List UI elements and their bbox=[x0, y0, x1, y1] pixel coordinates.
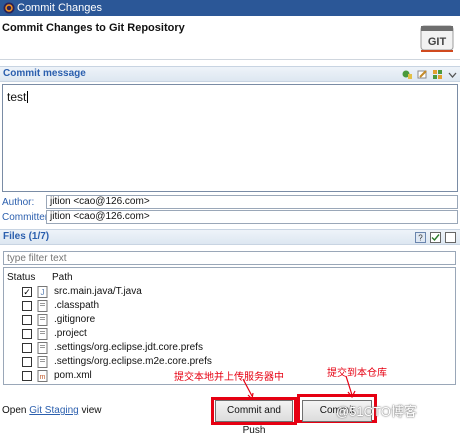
author-field[interactable]: jition <cao@126.com> bbox=[46, 195, 458, 209]
status-column-header[interactable]: Status bbox=[7, 272, 35, 283]
file-path: .gitignore bbox=[54, 314, 96, 325]
file-path: pom.xml bbox=[54, 370, 92, 381]
eclipse-icon bbox=[3, 2, 15, 14]
select-all-icon[interactable] bbox=[430, 232, 441, 243]
spell-check-icon[interactable] bbox=[402, 69, 413, 80]
deselect-all-icon[interactable] bbox=[445, 232, 456, 243]
files-title: Files (1/7) bbox=[3, 231, 50, 242]
file-checkbox[interactable] bbox=[22, 329, 32, 339]
files-section: Files (1/7) ? bbox=[0, 229, 460, 245]
window-title: Commit Changes bbox=[17, 2, 102, 14]
committer-label: Committer: bbox=[2, 212, 51, 223]
file-checkbox[interactable] bbox=[22, 357, 32, 367]
file-row[interactable]: ✓ J src.main.java/T.java bbox=[4, 285, 454, 299]
title-bar[interactable]: Commit Changes bbox=[0, 0, 460, 16]
git-logo-text: GIT bbox=[428, 36, 447, 48]
filter-input[interactable] bbox=[3, 251, 456, 265]
path-column-header[interactable]: Path bbox=[52, 272, 73, 283]
annotation-push: 提交本地并上传服务器中 bbox=[174, 372, 284, 383]
svg-text:J: J bbox=[41, 288, 45, 297]
file-checkbox[interactable] bbox=[22, 371, 32, 381]
file-checkbox[interactable] bbox=[22, 301, 32, 311]
commit-message-section: Commit message bbox=[0, 66, 460, 82]
file-icon bbox=[37, 356, 48, 368]
file-row[interactable]: .gitignore bbox=[4, 313, 454, 327]
dialog-header: Commit Changes to Git Repository GIT bbox=[0, 16, 460, 60]
file-path: .settings/org.eclipse.jdt.core.prefs bbox=[54, 342, 203, 353]
xml-file-icon: m bbox=[37, 370, 48, 382]
file-row[interactable]: .settings/org.eclipse.jdt.core.prefs bbox=[4, 341, 454, 355]
file-row[interactable]: .project bbox=[4, 327, 454, 341]
text-caret bbox=[27, 91, 29, 103]
file-path: .project bbox=[54, 328, 87, 339]
file-row[interactable]: .classpath bbox=[4, 299, 454, 313]
git-staging-link[interactable]: Git Staging bbox=[29, 405, 78, 416]
file-path: .settings/org.eclipse.m2e.core.prefs bbox=[54, 356, 212, 367]
add-signed-off-icon[interactable] bbox=[417, 69, 428, 80]
file-checkbox[interactable]: ✓ bbox=[22, 287, 32, 297]
java-file-icon: J bbox=[37, 286, 48, 298]
file-checkbox[interactable] bbox=[22, 343, 32, 353]
svg-text:m: m bbox=[40, 374, 46, 381]
file-icon bbox=[37, 300, 48, 312]
dialog-heading: Commit Changes to Git Repository bbox=[2, 22, 185, 34]
file-icon bbox=[37, 342, 48, 354]
chevron-down-icon[interactable] bbox=[447, 70, 458, 81]
file-path: .classpath bbox=[54, 300, 100, 311]
file-path: src.main.java/T.java bbox=[54, 286, 142, 297]
open-staging-text: Open Git Staging view bbox=[2, 405, 102, 416]
commit-message-text[interactable]: test bbox=[7, 90, 29, 104]
commit-and-push-button[interactable]: Commit and Push bbox=[215, 400, 293, 436]
amend-icon[interactable] bbox=[432, 69, 443, 80]
commit-message-title: Commit message bbox=[3, 68, 86, 79]
watermark: @51CTO博客 bbox=[336, 404, 417, 419]
git-logo-icon: GIT bbox=[420, 25, 454, 52]
commit-message-input[interactable]: test bbox=[2, 84, 458, 192]
author-label: Author: bbox=[2, 197, 35, 208]
file-icon bbox=[37, 314, 48, 326]
file-icon bbox=[37, 328, 48, 340]
show-untracked-icon[interactable]: ? bbox=[415, 232, 426, 243]
file-checkbox[interactable] bbox=[22, 315, 32, 325]
committer-field[interactable]: jition <cao@126.com> bbox=[46, 210, 458, 224]
svg-text:?: ? bbox=[418, 234, 423, 243]
